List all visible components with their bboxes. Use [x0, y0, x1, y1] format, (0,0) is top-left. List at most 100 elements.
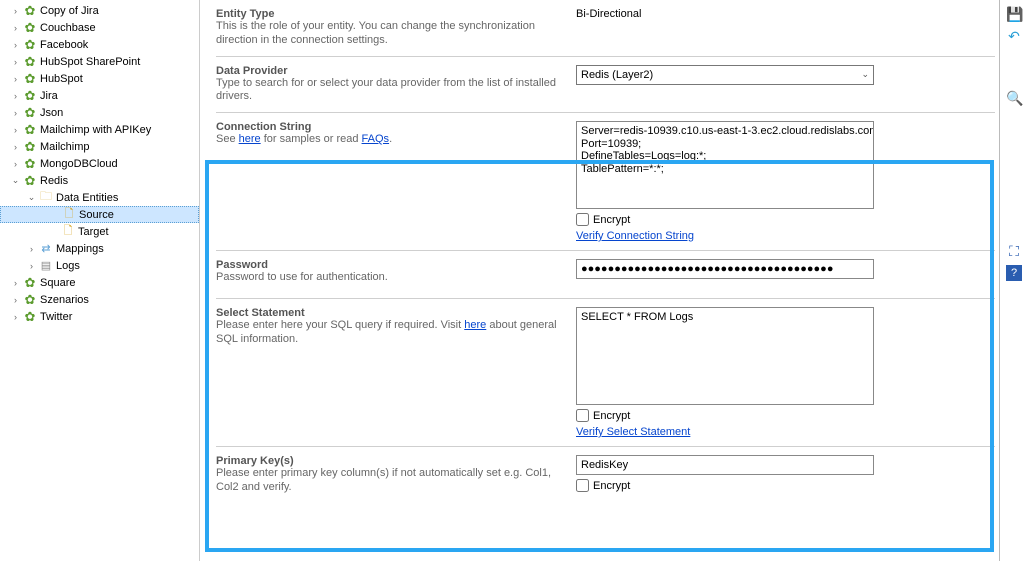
chevron-right-icon[interactable]: › — [10, 39, 21, 50]
tree-item-redis[interactable]: ⌄✿Redis — [0, 172, 199, 189]
puzzle-icon: ✿ — [23, 4, 37, 18]
tree-item-logs[interactable]: ›▤Logs — [0, 257, 199, 274]
log-icon: ▤ — [39, 259, 53, 273]
entity-type-desc: This is the role of your entity. You can… — [216, 20, 564, 48]
entity-type-title: Entity Type — [216, 8, 564, 20]
db-icon: 🗋 — [61, 225, 75, 239]
tree-item-json[interactable]: ›✿Json — [0, 104, 199, 121]
chevron-right-icon[interactable]: › — [10, 22, 21, 33]
save-icon[interactable]: 💾 — [1006, 6, 1022, 22]
chevron-right-icon[interactable]: › — [10, 5, 21, 16]
tree-item-hubspot[interactable]: ›✿HubSpot — [0, 70, 199, 87]
tree-item-target[interactable]: 🗋Target — [0, 223, 199, 240]
tree-item-label: Data Entities — [56, 192, 118, 204]
primary-key-title: Primary Key(s) — [216, 455, 564, 467]
connection-string-faqs-link[interactable]: FAQs — [362, 133, 390, 145]
encrypt-label: Encrypt — [593, 480, 630, 492]
tree-item-mappings[interactable]: ›⇄Mappings — [0, 240, 199, 257]
form-panel: Entity Type This is the role of your ent… — [200, 0, 999, 561]
db-icon: 🗋 — [62, 208, 76, 222]
tree-item-mailchimp-with-apikey[interactable]: ›✿Mailchimp with APIKey — [0, 121, 199, 138]
connection-string-here-link[interactable]: here — [239, 133, 261, 145]
puzzle-icon: ✿ — [23, 140, 37, 154]
chevron-right-icon[interactable]: › — [10, 141, 21, 152]
tree-item-label: Copy of Jira — [40, 5, 99, 17]
tree-item-mailchimp[interactable]: ›✿Mailchimp — [0, 138, 199, 155]
password-desc: Password to use for authentication. — [216, 271, 564, 285]
tree-item-hubspot-sharepoint[interactable]: ›✿HubSpot SharePoint — [0, 53, 199, 70]
primary-key-input[interactable] — [576, 455, 874, 475]
password-input[interactable] — [576, 259, 874, 279]
tree-item-mongodbcloud[interactable]: ›✿MongoDBCloud — [0, 155, 199, 172]
verify-select-statement-link[interactable]: Verify Select Statement — [576, 426, 987, 438]
chevron-down-icon: ⌄ — [861, 69, 869, 80]
puzzle-icon: ✿ — [23, 293, 37, 307]
verify-connection-string-link[interactable]: Verify Connection String — [576, 230, 987, 242]
chevron-right-icon[interactable]: › — [10, 124, 21, 135]
encrypt-label: Encrypt — [593, 410, 630, 422]
connection-string-desc: See here for samples or read FAQs. — [216, 133, 564, 147]
chevron-right-icon[interactable]: › — [26, 243, 37, 254]
help-icon[interactable]: ? — [1006, 265, 1022, 281]
tree-item-copy-of-jira[interactable]: ›✿Copy of Jira — [0, 2, 199, 19]
tree-item-label: HubSpot SharePoint — [40, 56, 140, 68]
chevron-down-icon[interactable]: ⌄ — [10, 175, 21, 186]
undo-icon[interactable]: ↶ — [1006, 28, 1022, 44]
map-icon: ⇄ — [39, 242, 53, 256]
tree-item-twitter[interactable]: ›✿Twitter — [0, 308, 199, 325]
chevron-right-icon[interactable]: › — [10, 73, 21, 84]
select-statement-title: Select Statement — [216, 307, 564, 319]
chevron-right-icon[interactable]: › — [10, 56, 21, 67]
primary-key-encrypt-checkbox[interactable] — [576, 479, 589, 492]
folder-icon: 🗀 — [39, 191, 53, 205]
chevron-right-icon[interactable]: › — [10, 294, 21, 305]
puzzle-icon: ✿ — [23, 55, 37, 69]
puzzle-icon: ✿ — [23, 157, 37, 171]
select-statement-input[interactable] — [576, 307, 874, 405]
puzzle-icon: ✿ — [23, 89, 37, 103]
chevron-right-icon[interactable]: › — [10, 107, 21, 118]
chevron-down-icon[interactable]: ⌄ — [26, 192, 37, 203]
tree-item-szenarios[interactable]: ›✿Szenarios — [0, 291, 199, 308]
chevron-right-icon[interactable]: › — [10, 90, 21, 101]
encrypt-label: Encrypt — [593, 214, 630, 226]
chevron-right-icon[interactable]: › — [10, 158, 21, 169]
tree-item-data-entities[interactable]: ⌄🗀Data Entities — [0, 189, 199, 206]
tree-item-jira[interactable]: ›✿Jira — [0, 87, 199, 104]
tree-item-label: Facebook — [40, 39, 88, 51]
tree-item-label: Couchbase — [40, 22, 96, 34]
tree-item-label: Source — [79, 209, 114, 221]
maximize-icon[interactable]: ⛶ — [1006, 243, 1022, 259]
connection-string-title: Connection String — [216, 121, 564, 133]
chevron-right-icon[interactable]: › — [10, 311, 21, 322]
right-rail: 💾 ↶ 🔍 ⛶ ? — [1004, 0, 1024, 561]
data-provider-dropdown[interactable]: Redis (Layer2) ⌄ — [576, 65, 874, 85]
tree-item-label: Szenarios — [40, 294, 89, 306]
puzzle-icon: ✿ — [23, 123, 37, 137]
connection-string-encrypt-checkbox[interactable] — [576, 213, 589, 226]
select-statement-encrypt-checkbox[interactable] — [576, 409, 589, 422]
chevron-right-icon[interactable]: › — [10, 277, 21, 288]
puzzle-icon: ✿ — [23, 38, 37, 52]
magnify-icon[interactable]: 🔍 — [1006, 90, 1022, 106]
select-statement-here-link[interactable]: here — [464, 319, 486, 331]
puzzle-icon: ✿ — [23, 72, 37, 86]
tree-item-square[interactable]: ›✿Square — [0, 274, 199, 291]
data-provider-title: Data Provider — [216, 65, 564, 77]
tree-item-label: Mailchimp — [40, 141, 90, 153]
tree-item-label: Mailchimp with APIKey — [40, 124, 151, 136]
tree-item-label: Twitter — [40, 311, 72, 323]
puzzle-icon: ✿ — [23, 106, 37, 120]
tree-item-facebook[interactable]: ›✿Facebook — [0, 36, 199, 53]
puzzle-icon: ✿ — [23, 21, 37, 35]
tree-item-label: Logs — [56, 260, 80, 272]
puzzle-icon: ✿ — [23, 310, 37, 324]
connection-string-input[interactable] — [576, 121, 874, 209]
chevron-right-icon[interactable]: › — [26, 260, 37, 271]
tree-item-label: Target — [78, 226, 109, 238]
tree-item-label: MongoDBCloud — [40, 158, 118, 170]
tree-item-label: Redis — [40, 175, 68, 187]
tree-item-source[interactable]: 🗋Source — [0, 206, 199, 223]
data-provider-value: Redis (Layer2) — [581, 69, 653, 81]
tree-item-couchbase[interactable]: ›✿Couchbase — [0, 19, 199, 36]
